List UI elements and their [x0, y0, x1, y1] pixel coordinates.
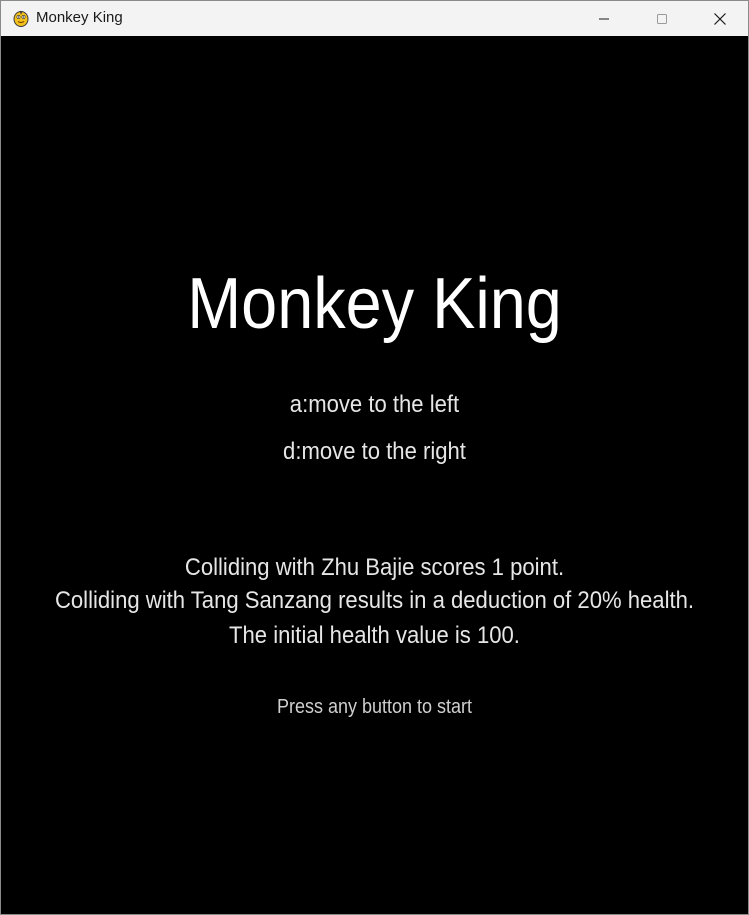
close-button[interactable] — [691, 1, 748, 36]
title-bar[interactable]: Monkey King — [1, 1, 748, 36]
app-window: Monkey King Monkey King a:move to the le… — [0, 0, 749, 915]
maximize-icon — [657, 13, 667, 24]
game-canvas[interactable]: Monkey King a:move to the left d:move to… — [1, 36, 748, 914]
rule-text: Colliding with Zhu Bajie scores 1 point. — [184, 554, 565, 581]
control-hint-right: d:move to the right — [283, 438, 466, 465]
window-title: Monkey King — [36, 9, 123, 26]
control-hint-left: a:move to the left — [289, 391, 460, 418]
rule-text: The initial health value is 100. — [229, 622, 520, 649]
minimize-button[interactable] — [575, 1, 633, 36]
rule-text: Colliding with Tang Sanzang results in a… — [54, 587, 695, 614]
game-title: Monkey King — [187, 264, 562, 344]
close-icon — [714, 12, 726, 25]
maximize-button[interactable] — [633, 1, 691, 36]
pygame-snake-icon — [13, 10, 29, 27]
minimize-icon — [599, 18, 609, 19]
start-prompt: Press any button to start — [276, 696, 473, 718]
